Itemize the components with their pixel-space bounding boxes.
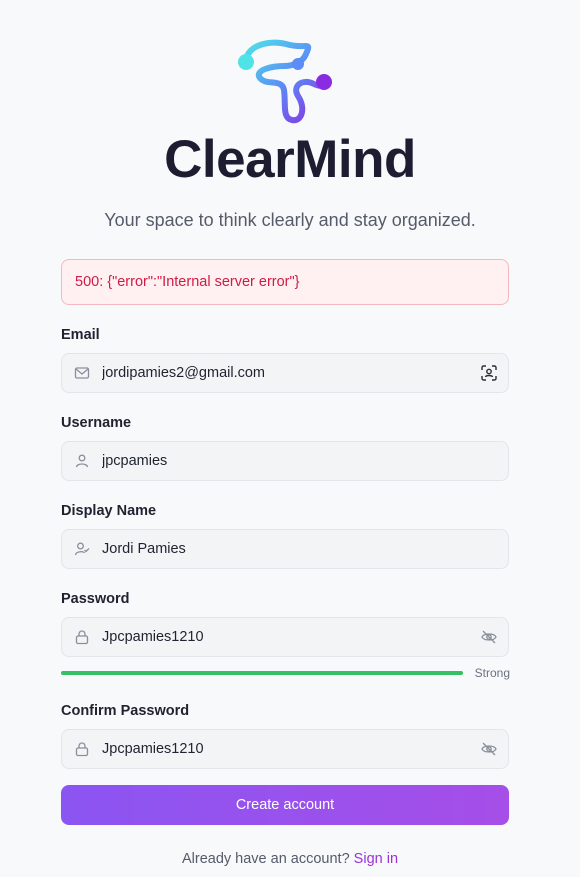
create-account-button[interactable]: Create account	[61, 785, 509, 825]
confirm-password-label: Confirm Password	[61, 703, 190, 719]
password-strength-bar	[61, 671, 463, 675]
password-field-container	[61, 617, 509, 657]
lock-icon	[75, 742, 89, 757]
password-input[interactable]	[102, 618, 462, 656]
username-input[interactable]	[102, 442, 462, 480]
mail-icon	[74, 367, 90, 379]
contact-scan-icon[interactable]	[480, 364, 498, 382]
tagline: Your space to think clearly and stay org…	[104, 210, 476, 230]
signin-link[interactable]: Sign in	[354, 851, 398, 867]
clearmind-logo	[238, 39, 332, 124]
password-strength-label: Strong	[474, 666, 510, 680]
signin-prompt: Already have an account? Sign in	[0, 850, 580, 868]
display-name-input[interactable]	[102, 530, 462, 568]
email-field-container	[61, 353, 509, 393]
eye-off-icon[interactable]	[480, 740, 498, 758]
password-strength-fill	[61, 671, 463, 675]
user-check-icon	[74, 542, 90, 556]
eye-off-icon[interactable]	[480, 628, 498, 646]
brand-name: ClearMind	[164, 130, 416, 189]
display-name-label: Display Name	[61, 503, 157, 519]
email-input[interactable]	[102, 354, 462, 392]
username-field-container	[61, 441, 509, 481]
lock-icon	[75, 630, 89, 645]
error-alert: 500: {"error":"Internal server error"}	[61, 259, 509, 305]
email-label: Email	[61, 327, 100, 343]
confirm-password-field-container	[61, 729, 509, 769]
user-icon	[75, 454, 89, 468]
display-name-field-container	[61, 529, 509, 569]
signin-prompt-text: Already have an account?	[181, 851, 350, 867]
confirm-password-input[interactable]	[102, 730, 462, 768]
username-label: Username	[61, 415, 132, 431]
password-label: Password	[61, 591, 130, 607]
